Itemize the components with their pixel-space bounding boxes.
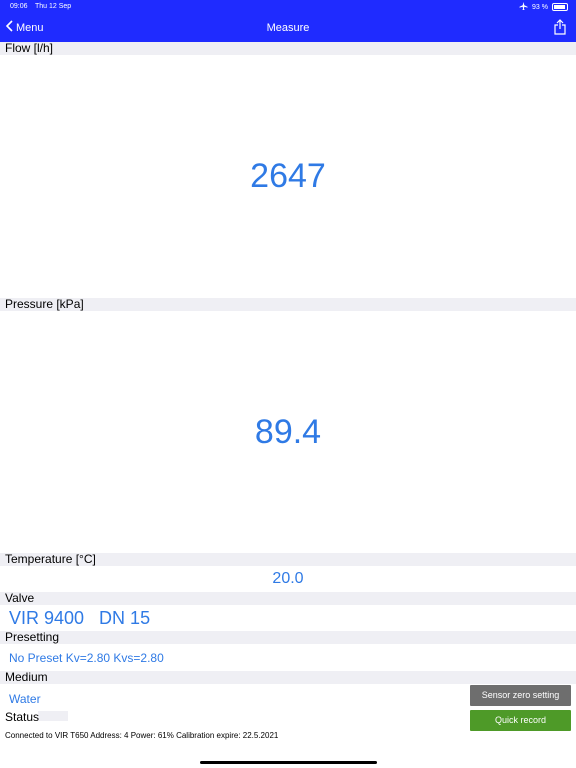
battery-icon (552, 3, 568, 11)
airplane-icon (519, 2, 528, 12)
home-indicator[interactable] (200, 761, 377, 764)
status-date: Thu 12 Sep (35, 3, 72, 10)
battery-percent: 93 % (532, 3, 548, 11)
status-bar: 09:06 Thu 12 Sep 93 % (0, 0, 576, 14)
flow-header: Flow [l/h] (0, 42, 576, 55)
temperature-label: Temperature [°C] (5, 552, 96, 566)
status-label: Status (5, 710, 40, 724)
pressure-header: Pressure [kPa] (0, 298, 576, 311)
medium-label: Medium (5, 670, 48, 684)
flow-value: 2647 (250, 157, 326, 195)
presetting-header: Presetting (0, 631, 576, 644)
presetting-label: Presetting (5, 630, 60, 644)
medium-header: Medium (0, 671, 576, 684)
presetting-value: No Preset Kv=2.80 Kvs=2.80 (9, 651, 164, 665)
valve-value: VIR 9400 DN 15 (9, 608, 151, 628)
flow-label: Flow [l/h] (5, 41, 54, 55)
nav-bar: Menu Measure (0, 14, 576, 42)
valve-header: Valve (0, 592, 576, 605)
status-right: 93 % (519, 2, 568, 12)
page-title: Measure (266, 22, 310, 34)
valve-label: Valve (5, 591, 35, 605)
pressure-label: Pressure [kPa] (5, 297, 84, 311)
pressure-value: 89.4 (254, 413, 322, 451)
share-icon[interactable] (554, 19, 566, 40)
connection-info: Connected to VIR T650 Address: 4 Power: … (5, 731, 279, 740)
temperature-value: 20.0 (272, 570, 304, 587)
sensor-zero-button[interactable]: Sensor zero setting (470, 685, 571, 706)
temperature-header: Temperature [°C] (0, 553, 576, 566)
status-time: 09:06 (10, 3, 28, 10)
quick-record-button[interactable]: Quick record (470, 710, 571, 731)
status-indicator (38, 711, 68, 721)
medium-value: Water (9, 692, 41, 706)
